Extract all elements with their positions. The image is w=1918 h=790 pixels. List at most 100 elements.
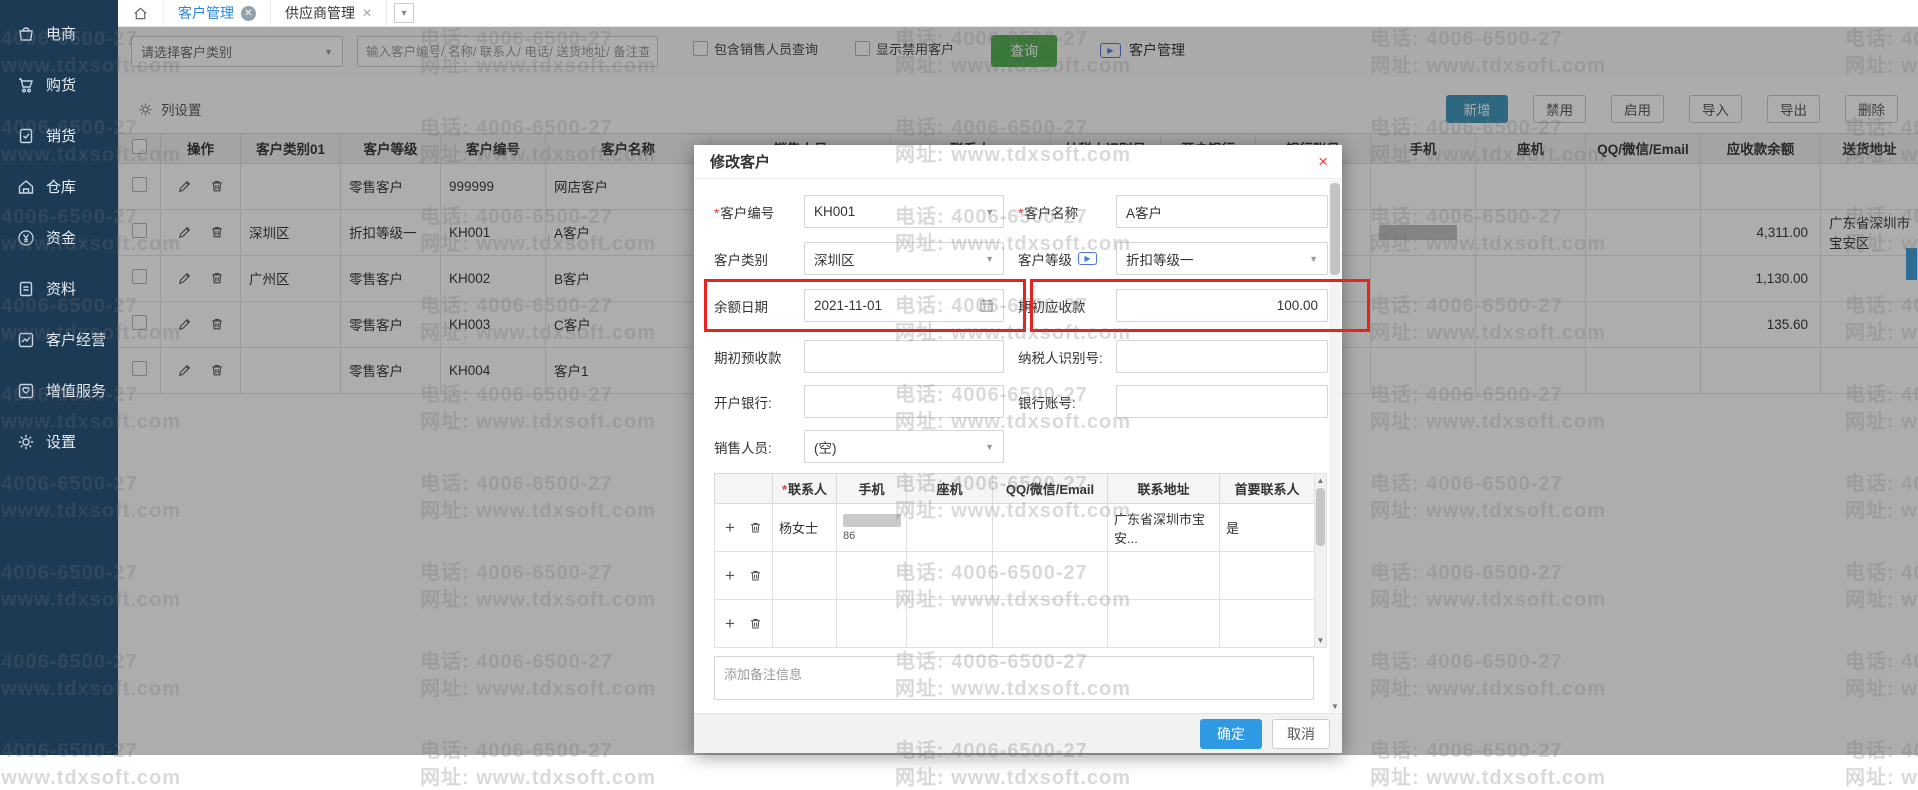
sidebar-item-label: 仓库 (46, 176, 76, 197)
masked-mobile (843, 514, 901, 527)
funds-yen-icon (17, 229, 35, 247)
add-contact-icon[interactable]: + (725, 519, 735, 536)
sidebar-item-warehouse[interactable]: 仓库 (0, 161, 118, 212)
tax-id-field[interactable] (1126, 349, 1318, 364)
sidebar-item-settings[interactable]: 设置 (0, 416, 118, 467)
init-prepaid-field[interactable] (814, 349, 994, 364)
scrollbar-thumb[interactable] (1316, 488, 1325, 546)
modal-header: 修改客户 × (694, 145, 1342, 179)
bank-input[interactable] (804, 385, 1004, 418)
add-contact-icon[interactable]: + (725, 567, 735, 584)
form-row-balance: 余额日期 2021-11-01 期初应收款 (714, 289, 1314, 322)
remark-textarea[interactable] (714, 656, 1314, 700)
confirm-button[interactable]: 确定 (1200, 719, 1262, 749)
sidebar-item-label: 资金 (46, 227, 76, 248)
cancel-button[interactable]: 取消 (1272, 719, 1330, 749)
init-prepaid-label: 期初预收款 (714, 347, 804, 367)
data-file-icon (17, 280, 35, 298)
contact-col-landline: 座机 (907, 474, 993, 504)
tax-id-input[interactable] (1116, 340, 1328, 373)
scrollbar-thumb[interactable] (1330, 183, 1340, 275)
sidebar-item-label: 购货 (46, 74, 76, 95)
contact-row[interactable]: + 杨女士 86 广东省深圳市宝安... 是 (715, 504, 1315, 552)
tab-label: 客户管理 (178, 3, 234, 23)
tab-customer-management[interactable]: 客户管理 ✕ (164, 0, 271, 26)
contacts-table: *联系人 手机 座机 QQ/微信/Email 联系地址 首要联系人 + 杨女士 … (714, 473, 1315, 648)
sidebar-item-value-service[interactable]: 增值服务 (0, 365, 118, 416)
tab-bar: 客户管理 ✕ 供应商管理 ✕ ▼ (118, 0, 1918, 27)
init-receivable-label: 期初应收款 (1018, 296, 1116, 316)
form-row-code-name: *客户编号 KH001 ▼ *客户名称 (714, 195, 1314, 228)
scroll-up-icon[interactable]: ▲ (1315, 476, 1326, 485)
contact-row[interactable]: + (715, 552, 1315, 600)
customer-name-label: *客户名称 (1018, 202, 1116, 222)
contacts-table-wrap: *联系人 手机 座机 QQ/微信/Email 联系地址 首要联系人 + 杨女士 … (714, 473, 1314, 648)
customer-grade-label: 客户等级 ▶ (1018, 249, 1116, 269)
watermark-url: 网址: www.tdxsoft.com (0, 761, 181, 790)
add-contact-icon[interactable]: + (725, 615, 735, 632)
tab-list-dropdown[interactable]: ▼ (394, 3, 414, 23)
form-row-salesperson: 销售人员: (空) ▼ (714, 430, 1314, 463)
sidebar-item-label: 设置 (46, 431, 76, 452)
salesperson-select[interactable]: (空) ▼ (804, 430, 1004, 463)
customer-code-label: *客户编号 (714, 202, 804, 222)
scroll-down-icon[interactable]: ▼ (1329, 702, 1341, 711)
contact-col-mobile: 手机 (837, 474, 907, 504)
balance-date-picker[interactable]: 2021-11-01 (804, 289, 1004, 322)
contact-row[interactable]: + (715, 600, 1315, 648)
delete-trash-icon[interactable] (749, 521, 762, 534)
bank-account-label: 银行账号: (1018, 392, 1116, 412)
bank-account-input[interactable] (1116, 385, 1328, 418)
sidebar-item-customer-ops[interactable]: 客户经营 (0, 314, 118, 365)
modal-body: *客户编号 KH001 ▼ *客户名称 客户类别 深圳区 ▼ 客户等级 ▶ 折扣… (694, 179, 1342, 705)
sidebar-item-label: 电商 (46, 23, 76, 44)
sidebar-item-data[interactable]: 资料 (0, 263, 118, 314)
customer-name-input[interactable] (1116, 195, 1328, 228)
form-row-bank: 开户银行: 银行账号: (714, 385, 1314, 418)
sidebar-item-label: 资料 (46, 278, 76, 299)
scroll-down-icon[interactable]: ▼ (1315, 636, 1326, 645)
customer-category-select[interactable]: 深圳区 ▼ (804, 242, 1004, 275)
sidebar-item-ecommerce[interactable]: 电商 (0, 8, 118, 59)
delete-trash-icon[interactable] (749, 569, 762, 582)
modal-title: 修改客户 (710, 151, 770, 172)
customer-grade-select[interactable]: 折扣等级一 ▼ (1116, 242, 1328, 275)
sidebar-item-funds[interactable]: 资金 (0, 212, 118, 263)
home-tab-button[interactable] (118, 0, 164, 26)
contacts-scrollbar[interactable]: ▲ ▼ (1314, 473, 1327, 648)
modal-close-icon[interactable]: × (1318, 153, 1328, 170)
watermark-url: 网址: www.tdxsoft.com (1370, 761, 1606, 790)
sidebar-item-sales[interactable]: 销货 (0, 110, 118, 161)
video-play-icon[interactable]: ▶ (1078, 252, 1097, 265)
chevron-down-icon: ▼ (985, 207, 994, 217)
init-receivable-field[interactable] (1126, 298, 1318, 313)
sidebar-item-label: 销货 (46, 125, 76, 146)
contact-col-name: *联系人 (773, 474, 837, 504)
chevron-down-icon: ▼ (985, 442, 994, 452)
modal-scrollbar[interactable]: ▼ (1329, 180, 1341, 712)
modal-footer: 确定 取消 (694, 713, 1342, 753)
tax-id-label: 纳税人识别号: (1018, 347, 1116, 367)
tab-close-icon[interactable]: ✕ (241, 6, 256, 21)
sidebar: 电商 购货 销货 仓库 资金 资料 客户经营 增值服务 设置 (0, 0, 118, 755)
bank-field[interactable] (814, 394, 994, 409)
settings-gear-icon (17, 433, 35, 451)
value-service-icon (17, 382, 35, 400)
chevron-down-icon: ▼ (985, 254, 994, 264)
contact-col-address: 联系地址 (1108, 474, 1220, 504)
bank-account-field[interactable] (1126, 394, 1318, 409)
customer-name-field[interactable] (1126, 204, 1318, 219)
tab-supplier-management[interactable]: 供应商管理 ✕ (271, 0, 387, 26)
init-receivable-input[interactable] (1116, 289, 1328, 322)
sidebar-item-purchase[interactable]: 购货 (0, 59, 118, 110)
delete-trash-icon[interactable] (749, 617, 762, 630)
tab-close-icon[interactable]: ✕ (362, 6, 372, 20)
init-prepaid-input[interactable] (804, 340, 1004, 373)
watermark-url: 网址: www.tdxsoft.com (895, 761, 1131, 790)
calendar-icon (979, 298, 994, 313)
customer-code-select[interactable]: KH001 ▼ (804, 195, 1004, 228)
sidebar-item-label: 客户经营 (46, 329, 106, 350)
watermark-url: 网址: www.tdxsoft.com (420, 761, 656, 790)
chevron-down-icon: ▼ (1309, 254, 1318, 264)
watermark-url: 网址: www.tdxsoft.com (1845, 761, 1918, 790)
